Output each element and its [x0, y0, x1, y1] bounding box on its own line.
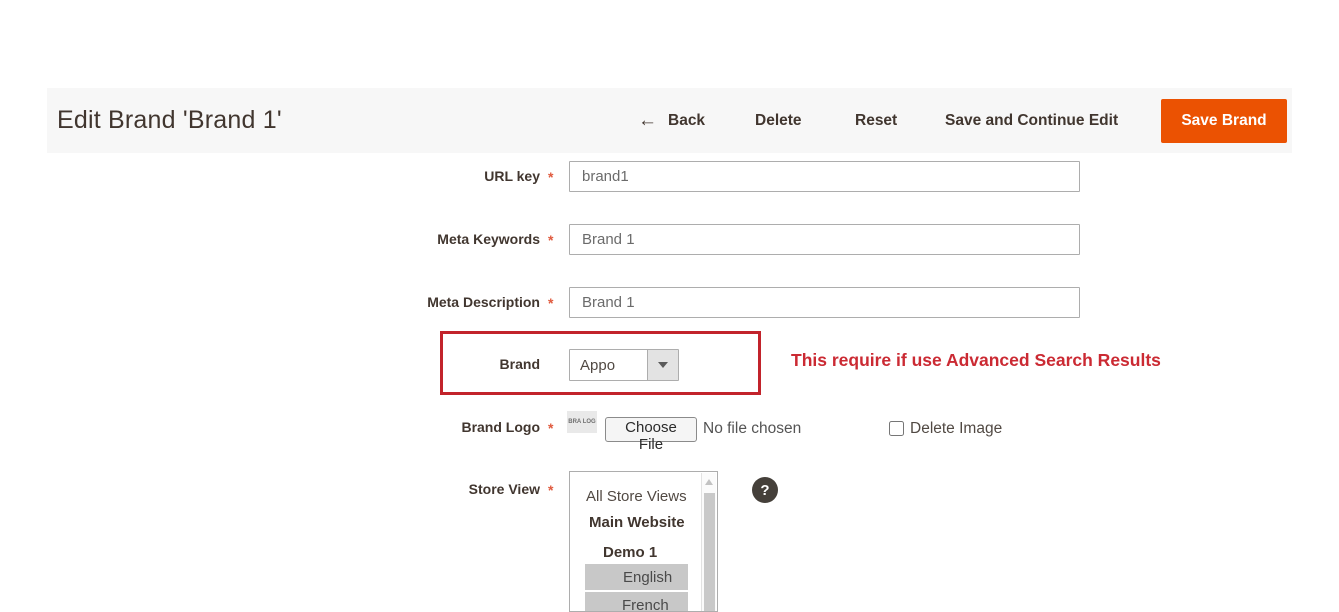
delete-image-label[interactable]: Delete Image — [910, 420, 1002, 438]
help-icon[interactable]: ? — [752, 477, 778, 503]
store-view-option-website[interactable]: Main Website — [589, 514, 685, 531]
scrollbar-thumb[interactable] — [704, 493, 715, 612]
meta-description-label: Meta Description — [0, 294, 540, 311]
save-and-continue-button[interactable]: Save and Continue Edit — [945, 88, 1118, 153]
meta-description-input[interactable] — [569, 287, 1080, 318]
back-button-label: Back — [668, 112, 705, 130]
save-brand-button[interactable]: Save Brand — [1161, 99, 1287, 143]
meta-keywords-label: Meta Keywords — [0, 231, 540, 248]
store-view-multiselect[interactable]: All Store Views Main Website Demo 1 Engl… — [569, 471, 718, 612]
store-view-option-label: French — [585, 597, 669, 612]
broken-image-icon: BRA LOG — [568, 419, 595, 425]
back-arrow-icon: ← — [638, 111, 657, 130]
url-key-label: URL key — [0, 168, 540, 185]
store-view-label: Store View — [0, 481, 540, 498]
choose-file-button[interactable]: Choose File — [605, 417, 697, 442]
brand-label: Brand — [0, 356, 540, 373]
required-marker: * — [548, 295, 553, 312]
reset-button[interactable]: Reset — [855, 88, 897, 153]
page-title: Edit Brand 'Brand 1' — [57, 88, 282, 153]
store-view-option-english-selected[interactable]: English — [585, 564, 688, 590]
dropdown-arrow-button[interactable] — [647, 350, 678, 380]
chevron-down-icon — [658, 362, 668, 368]
annotation-note: This require if use Advanced Search Resu… — [791, 350, 1161, 371]
brand-logo-label: Brand Logo — [0, 419, 540, 436]
brand-logo-thumbnail: BRA LOG — [567, 411, 597, 433]
scrollbar-up-icon[interactable] — [705, 479, 713, 485]
meta-keywords-input[interactable] — [569, 224, 1080, 255]
store-view-option-label: English — [585, 569, 672, 586]
brand-dropdown[interactable]: Appo — [569, 349, 679, 381]
delete-button-label: Delete — [755, 112, 802, 130]
store-view-option-store[interactable]: Demo 1 — [603, 544, 657, 561]
store-view-option-french-selected[interactable]: French — [585, 592, 688, 612]
store-view-option-all[interactable]: All Store Views — [586, 488, 687, 505]
save-and-continue-label: Save and Continue Edit — [945, 112, 1118, 130]
scrollbar-track[interactable] — [701, 473, 716, 612]
required-marker: * — [548, 232, 553, 249]
required-marker: * — [548, 169, 553, 186]
delete-button[interactable]: Delete — [755, 88, 802, 153]
file-status-text: No file chosen — [703, 420, 801, 438]
required-marker: * — [548, 482, 553, 499]
brand-dropdown-value: Appo — [570, 350, 647, 380]
delete-image-checkbox[interactable] — [889, 421, 904, 436]
required-marker: * — [548, 420, 553, 437]
page-header: Edit Brand 'Brand 1' ← Back Delete Reset… — [47, 88, 1292, 153]
back-button[interactable]: ← Back — [638, 88, 705, 153]
url-key-input[interactable] — [569, 161, 1080, 192]
reset-button-label: Reset — [855, 112, 897, 130]
